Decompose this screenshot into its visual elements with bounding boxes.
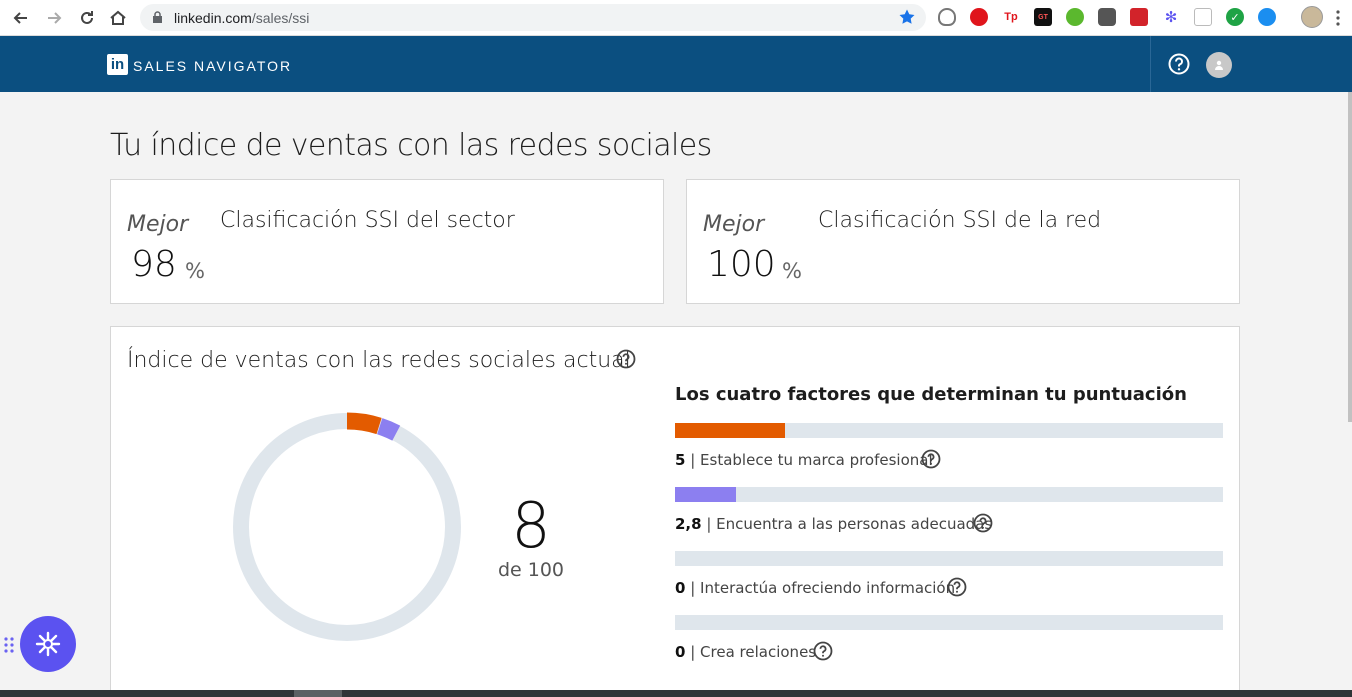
lock-icon [152,11,163,29]
best-label: Mejor [703,212,765,237]
factor-label: | Interactúa ofreciendo información [690,579,956,597]
factor-label: | Encuentra a las personas adecuadas [706,515,993,533]
factor-people: 2,8 | Encuentra a las personas adecuadas [675,515,992,533]
factor-bar-insights [675,551,1223,566]
mail-extension-icon[interactable] [1130,8,1148,26]
reload-icon[interactable] [75,6,99,30]
ssi-score: 8 [511,489,551,562]
help-icon[interactable] [973,513,993,533]
check-extension-icon[interactable]: ✓ [1226,8,1244,26]
help-icon[interactable] [947,577,967,597]
network-rank-label: Clasificación SSI de la red [818,208,1102,233]
address-bar[interactable]: linkedin.com/sales/ssi [140,4,926,31]
page-title: Tu índice de ventas con las redes social… [110,128,712,163]
donut-segment [376,418,401,441]
donut-segment [346,412,382,435]
help-icon[interactable] [1168,53,1190,75]
snowflake-icon [35,631,61,657]
percent-unit: % [185,259,205,283]
shield-extension-icon[interactable] [938,8,956,26]
factor-bar-people [675,487,1223,502]
asterisk-extension-icon[interactable]: ✻ [1162,8,1180,26]
browser-menu-icon[interactable] [1336,9,1340,27]
green-extension-icon[interactable] [1066,8,1084,26]
factor-score: 5 [675,451,686,469]
donut-track [233,413,461,641]
percent-unit: % [782,259,802,283]
factor-bar-relationships [675,615,1223,630]
factor-relationships: 0 | Crea relaciones [675,643,816,661]
factor-insights: 0 | Interactúa ofreciendo información [675,579,955,597]
browser-profile-avatar[interactable] [1301,6,1323,28]
factor-bar-fill [675,487,737,502]
shazam-extension-icon[interactable] [1258,8,1276,26]
drag-handle-icon[interactable] [3,636,15,654]
factor-label: | Crea relaciones [690,643,817,661]
current-ssi-title: Índice de ventas con las redes sociales … [127,348,631,373]
forward-icon[interactable] [42,6,66,30]
current-ssi-card: Índice de ventas con las redes sociales … [110,326,1240,697]
sector-ranking-card: Mejor 98 % Clasificación SSI del sector [110,179,664,304]
page-scrollbar[interactable] [1348,92,1352,422]
taskbar-tab[interactable] [294,690,342,697]
factor-bar-brand [675,423,1223,438]
linkedin-logo-icon[interactable]: in [107,54,128,75]
help-icon[interactable] [921,449,941,469]
sales-navigator-header: in SALES NAVIGATOR [0,36,1352,92]
header-divider [1150,36,1151,92]
factor-brand: 5 | Establece tu marca profesional [675,451,933,469]
network-ranking-card: Mejor 100 % Clasificación SSI de la red [686,179,1240,304]
ssi-donut-chart [233,412,461,641]
factor-label: | Establece tu marca profesional [690,451,933,469]
assistant-fab-button[interactable] [20,616,76,672]
sector-rank-value: 98 [131,244,177,285]
factor-score: 0 [675,643,686,661]
help-icon[interactable] [813,641,833,661]
person-icon [1215,60,1223,70]
ssi-score-max: de 100 [497,559,565,581]
puzzle-extension-icon[interactable] [1098,8,1116,26]
home-icon[interactable] [106,6,130,30]
url-text: linkedin.com/sales/ssi [174,10,310,26]
opera-extension-icon[interactable] [970,8,988,26]
user-avatar[interactable] [1206,52,1232,78]
help-icon[interactable] [616,349,636,369]
factors-title: Los cuatro factores que determinan tu pu… [675,384,1187,405]
network-rank-value: 100 [707,244,776,285]
tp-extension-icon[interactable]: Tp [1002,8,1020,26]
factor-score: 0 [675,579,686,597]
taskbar [0,690,1352,697]
back-icon[interactable] [9,6,33,30]
factor-score: 2,8 [675,515,702,533]
gt-extension-icon[interactable]: GT [1034,8,1052,26]
browser-toolbar: linkedin.com/sales/ssi Tp GT ✻ ✓ [0,0,1352,36]
clipboard-extension-icon[interactable] [1194,8,1212,26]
bookmark-star-icon[interactable] [898,8,916,31]
app-title[interactable]: SALES NAVIGATOR [133,58,292,74]
factor-bar-fill [675,423,785,438]
sector-rank-label: Clasificación SSI del sector [220,208,515,233]
best-label: Mejor [127,212,189,237]
